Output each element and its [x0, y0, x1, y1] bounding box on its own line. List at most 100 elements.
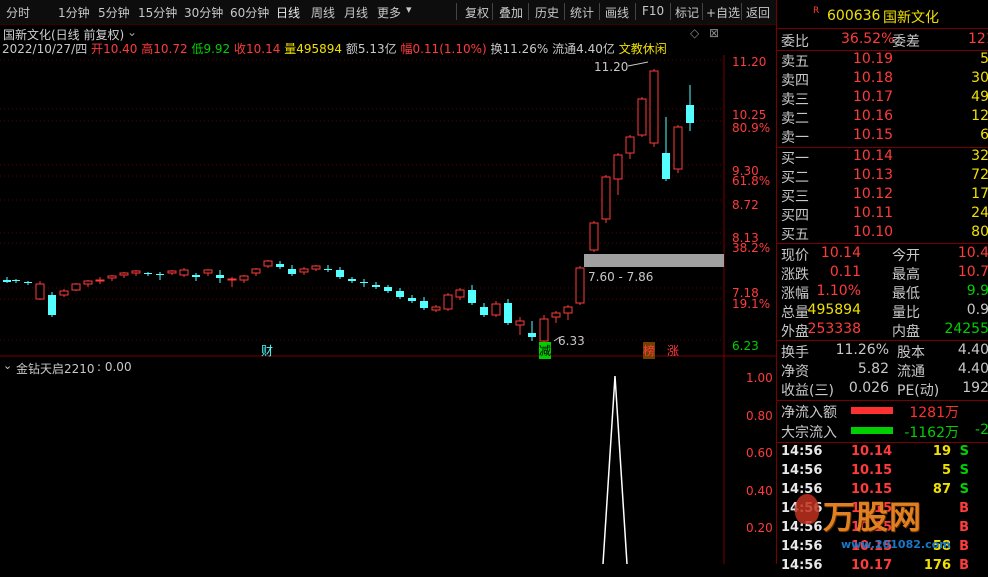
indicator-yaxis-label: 1.00	[746, 371, 773, 385]
stat-label: 外盘	[781, 324, 809, 340]
candle-body	[360, 282, 368, 283]
indicator-name[interactable]: 金钻天启2210	[16, 360, 95, 377]
stats-button[interactable]: 统计	[570, 4, 594, 21]
watermark-logo-icon	[795, 494, 819, 524]
tab-weekly[interactable]: 周线	[311, 4, 335, 21]
bid-level-volume: 32	[971, 148, 988, 164]
indicator-yaxis-label: 0.80	[746, 409, 773, 423]
candle-body	[311, 265, 321, 270]
max-arrow	[627, 61, 649, 67]
fundamental-label: 换手	[781, 345, 809, 361]
fundamental-value: 11.26%	[835, 342, 889, 358]
indicator-collapse-icon[interactable]: ⌄	[3, 359, 12, 372]
back-button[interactable]: 返回	[746, 4, 770, 21]
bid-level-row: 买一 10.14 32	[779, 148, 988, 167]
ask-level-price: 10.16	[853, 108, 894, 124]
fuquan-button[interactable]: 复权	[465, 4, 489, 21]
tick-side: B	[959, 501, 969, 516]
tab-15min[interactable]: 15分钟	[138, 4, 177, 21]
tick-time: 14:56	[781, 463, 823, 478]
candle-body	[348, 279, 356, 281]
stat-value: 253338	[807, 321, 861, 337]
commission-row: 委比 36.52% 委差 121	[779, 31, 988, 50]
yaxis-label: 19.1%	[732, 297, 771, 311]
candle-body	[372, 285, 380, 287]
candle-body	[107, 275, 117, 279]
tab-5min[interactable]: 5分钟	[98, 4, 130, 21]
tab-1min[interactable]: 1分钟	[58, 4, 90, 21]
toolbar-divider	[702, 3, 703, 20]
divider	[777, 400, 988, 401]
marker-reduce[interactable]: 减	[539, 342, 552, 359]
watermark-url: www.201082.com	[841, 538, 951, 551]
draw-button[interactable]: 画线	[605, 4, 629, 21]
candle-body	[480, 307, 488, 315]
kline-chart[interactable]	[0, 25, 776, 564]
f10-button[interactable]: F10	[642, 4, 664, 18]
candle-body	[443, 294, 453, 310]
candle-body	[336, 270, 344, 277]
tick-time: 14:56	[781, 444, 823, 459]
toolbar-divider	[564, 3, 565, 20]
ask-level-label: 卖二	[781, 111, 809, 127]
indicator-yaxis-label: 0.20	[746, 521, 773, 535]
tab-60min[interactable]: 60分钟	[230, 4, 269, 21]
period-toolbar: 分时 1分钟 5分钟 15分钟 30分钟 60分钟 日线 周线 月线 更多 ▾ …	[0, 0, 776, 25]
candle-body	[491, 303, 501, 316]
divider	[777, 28, 988, 29]
ask-level-volume: 30	[971, 70, 988, 86]
candle-body	[324, 269, 332, 270]
tab-monthly[interactable]: 月线	[344, 4, 368, 21]
flow-bar	[851, 407, 893, 414]
add-watchlist-button[interactable]: +自选	[706, 4, 740, 21]
toolbar-divider	[599, 3, 600, 20]
yaxis-label: 11.20	[732, 55, 767, 69]
bid-level-label: 买一	[781, 151, 809, 167]
tab-daily[interactable]: 日线	[276, 4, 300, 21]
bid-level-volume: 24	[971, 205, 988, 221]
mark-button[interactable]: 标记	[675, 4, 699, 21]
fundamental-row: 换手 11.26% 股本 4.40	[779, 342, 988, 361]
tab-30min[interactable]: 30分钟	[184, 4, 223, 21]
candle-body	[528, 333, 536, 337]
candle-body	[239, 275, 249, 281]
tab-more[interactable]: 更多	[377, 4, 401, 21]
stat-value: 9.9	[966, 283, 988, 299]
tick-row: 14:56 10.17 176 B	[779, 558, 988, 577]
chevron-down-icon[interactable]: ▾	[406, 3, 412, 16]
ask-level-label: 卖五	[781, 54, 809, 70]
divider	[777, 243, 988, 244]
tick-volume: 87	[932, 482, 951, 497]
flow-value: 1281万	[909, 405, 959, 421]
candle-body	[156, 274, 164, 275]
max-price-label: 11.20	[594, 60, 629, 74]
marker-board[interactable]: 榜	[643, 342, 656, 359]
ask-level-row: 卖三 10.17 49	[779, 89, 988, 108]
candle-body	[12, 280, 20, 281]
candle-body	[227, 278, 237, 281]
marker-limit-up[interactable]: 涨	[667, 342, 679, 359]
stat-value: 495894	[807, 302, 861, 318]
candle-body	[71, 283, 81, 291]
ask-level-label: 卖一	[781, 130, 809, 146]
candle-body	[468, 290, 476, 303]
tick-side: B	[959, 539, 969, 554]
fundamental-label: 净资	[781, 364, 809, 380]
tick-side: B	[959, 558, 969, 573]
flow-bar	[851, 427, 893, 434]
tab-fenshi[interactable]: 分时	[6, 4, 30, 21]
marker-financial[interactable]: 财	[261, 342, 273, 359]
flow-label: 大宗流入	[781, 425, 837, 441]
toolbar-divider	[456, 3, 457, 20]
ask-level-volume: 6	[980, 127, 988, 143]
ask-level-label: 卖四	[781, 73, 809, 89]
history-button[interactable]: 历史	[535, 4, 559, 21]
candle-body	[144, 273, 152, 274]
bid-level-price: 10.11	[853, 205, 894, 221]
overlay-button[interactable]: 叠加	[499, 4, 523, 21]
ask-level-row: 卖五 10.19 5	[779, 51, 988, 70]
candle-body	[3, 280, 11, 282]
wc-value: 121	[968, 31, 988, 47]
candle-body	[420, 301, 428, 308]
ask-level-row: 卖二 10.16 12	[779, 108, 988, 127]
